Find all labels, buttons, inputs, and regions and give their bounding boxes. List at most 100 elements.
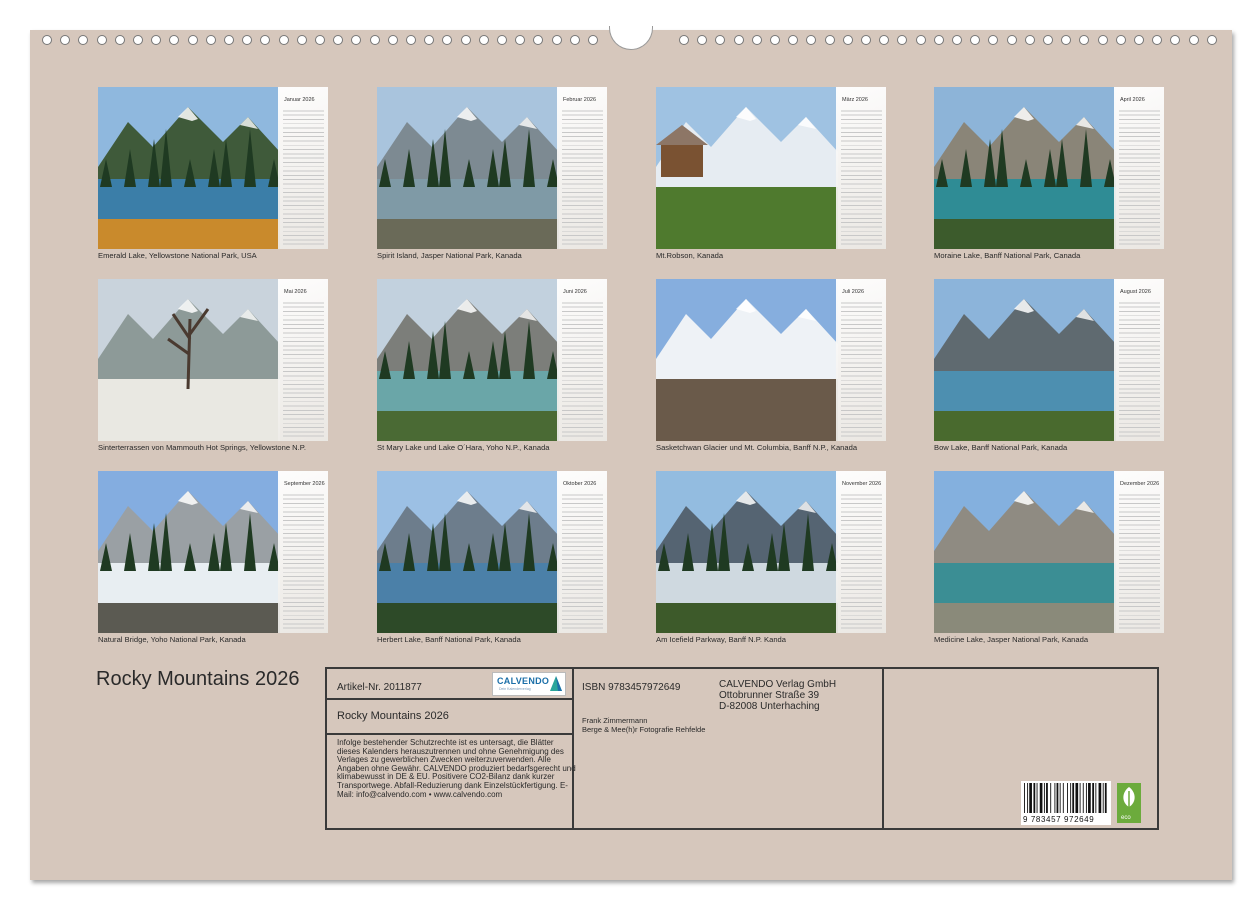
binding-ring (224, 35, 234, 45)
legal-text: Infolge bestehender Schutzrechte ist es … (337, 738, 576, 799)
photo-caption: St Mary Lake und Lake O´Hara, Yoho N.P.,… (377, 443, 550, 452)
calendar-day-lines (562, 107, 603, 245)
mini-calendar: Februar 2026 (557, 87, 607, 249)
month-photo (377, 471, 559, 633)
publisher-city: D-82008 Unterhaching (719, 701, 820, 712)
binding-ring (78, 35, 89, 45)
leaf-icon (1123, 787, 1135, 809)
binding-ring (478, 35, 489, 45)
binding-ring (424, 35, 435, 45)
binding-ring (333, 35, 344, 45)
binding-ring (42, 35, 52, 45)
binding-ring (842, 35, 853, 45)
binding-ring (133, 35, 143, 45)
month-name: November 2026 (842, 481, 882, 487)
binding-ring (242, 35, 253, 45)
binding-ring (679, 35, 689, 45)
binding-ring (1079, 35, 1090, 45)
publisher-name: CALVENDO Verlag GmbH (719, 679, 837, 690)
binding-ring (260, 35, 271, 45)
calendar-day-lines (283, 107, 324, 245)
month-name: April 2026 (1120, 97, 1145, 103)
mini-calendar: September 2026 (278, 471, 328, 633)
photo-caption: Moraine Lake, Banff National Park, Canad… (934, 251, 1081, 260)
month-name: März 2026 (842, 97, 868, 103)
article-number: Artikel-Nr. 2011877 (337, 682, 422, 693)
binding-ring (460, 35, 471, 45)
binding-ring (1134, 35, 1144, 45)
month-photo (98, 279, 280, 441)
binding-ring (1006, 35, 1017, 45)
month-name: Mai 2026 (284, 289, 307, 295)
binding-ring (114, 35, 125, 45)
book-title: Rocky Mountains 2026 (337, 710, 449, 722)
month-card: Juni 2026 St Mary Lake und Lake O´Hara, Y… (377, 279, 607, 455)
binding-ring (988, 35, 999, 45)
binding-ring (952, 35, 962, 45)
binding-ring (970, 35, 981, 45)
binding-ring (770, 35, 780, 45)
calendar-day-lines (841, 299, 882, 437)
mini-calendar: November 2026 (836, 471, 886, 633)
binding-ring (60, 35, 71, 45)
month-name: Februar 2026 (563, 97, 597, 103)
calendar-day-lines (1119, 491, 1160, 629)
binding-ring (169, 35, 180, 45)
binding-ring (369, 35, 380, 45)
month-photo (377, 87, 559, 249)
binding-ring (1115, 35, 1126, 45)
barcode-bars-icon (1024, 783, 1107, 813)
mini-calendar: Januar 2026 (278, 87, 328, 249)
binding-ring (897, 35, 908, 45)
binding-ring (1170, 35, 1181, 45)
binding-ring (442, 35, 453, 45)
barcode: 9 783457 972649 (1021, 781, 1111, 825)
binding-ring (387, 35, 398, 45)
binding-ring (1188, 35, 1199, 45)
calvendo-logo: CALVENDO Dein Kalenderverlag (492, 672, 566, 696)
binding-ring (861, 35, 871, 45)
photo-caption: Sinterterrassen von Mammouth Hot Springs… (98, 443, 306, 452)
binding-ring (569, 35, 580, 45)
photo-caption: Medicine Lake, Jasper National Park, Kan… (934, 635, 1089, 644)
calendar-day-lines (283, 299, 324, 437)
month-name: September 2026 (284, 481, 325, 487)
binding-ring (1206, 35, 1217, 45)
binding-ring (733, 35, 744, 45)
binding-ring (1061, 35, 1072, 45)
binding-ring (788, 35, 799, 45)
month-name: Dezember 2026 (1120, 481, 1160, 487)
photo-caption: Sasketchwan Glacier und Mt. Columbia, Ba… (656, 443, 858, 452)
binding-ring (406, 35, 416, 45)
mini-calendar: Oktober 2026 (557, 471, 607, 633)
month-photo (377, 279, 559, 441)
month-card: März 2026 Mt.Robson, Kanada (656, 87, 886, 263)
eco-badge: eco (1117, 783, 1141, 823)
mini-calendar: Dezember 2026 (1114, 471, 1164, 633)
month-card: Januar 2026 Emerald Lake, Yellowstone Nat… (98, 87, 328, 263)
isbn: ISBN 9783457972649 (582, 682, 681, 693)
author-organization: Berge & Mee(h)r Fotografie Rehfelde (582, 725, 706, 734)
binding-ring (551, 35, 562, 45)
month-name: Juli 2026 (842, 289, 865, 295)
month-card: Dezember 2026 Medicine Lake, Jasper Natio… (934, 471, 1164, 647)
calendar-day-lines (562, 491, 603, 629)
author-name: Frank Zimmermann (582, 716, 648, 725)
month-card: September 2026 Natural Bridge, Yoho Natio… (98, 471, 328, 647)
binding-ring (1097, 35, 1108, 45)
month-photo (656, 279, 838, 441)
photo-caption: Spirit Island, Jasper National Park, Kan… (377, 251, 522, 260)
month-name: Januar 2026 (284, 97, 315, 103)
logo-mark-icon (550, 676, 562, 691)
month-card: April 2026 Moraine Lake, Banff National P… (934, 87, 1164, 263)
month-name: Juni 2026 (563, 289, 587, 295)
binding-ring (205, 35, 216, 45)
photo-caption: Natural Bridge, Yoho National Park, Kana… (98, 635, 246, 644)
month-photo (934, 87, 1116, 249)
month-card: November 2026 Am Icefield Parkway, Banff … (656, 471, 886, 647)
calendar-day-lines (1119, 107, 1160, 245)
binding-ring (497, 35, 507, 45)
binding-ring (806, 35, 817, 45)
mini-calendar: Mai 2026 (278, 279, 328, 441)
binding-ring (1043, 35, 1053, 45)
